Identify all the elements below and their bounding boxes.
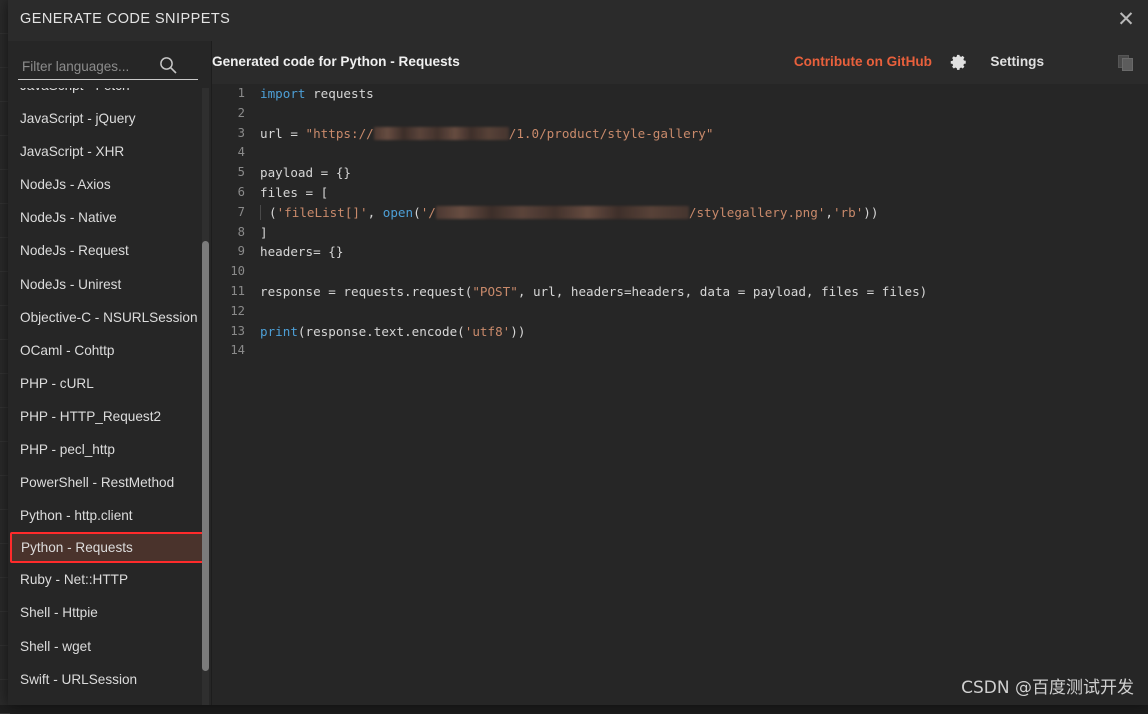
- code-line-text: headers= {}: [260, 244, 344, 260]
- copy-icon[interactable]: [1116, 53, 1136, 73]
- code-line-text: ]: [260, 224, 268, 240]
- code-line: 8]: [212, 223, 1148, 243]
- code-line: 7 ('fileList[]', open('//stylegallery.png…: [212, 203, 1148, 223]
- sidebar-item[interactable]: NodeJs - Unirest: [8, 268, 211, 301]
- filter-languages-field: [8, 41, 211, 88]
- sidebar-item[interactable]: Shell - Httpie: [8, 596, 211, 629]
- line-number: 4: [237, 145, 245, 160]
- line-number: 14: [230, 343, 245, 358]
- sidebar-item[interactable]: NodeJs - Native: [8, 201, 211, 234]
- sidebar-item[interactable]: Swift - URLSession: [8, 663, 211, 696]
- code-pane: Generated code for Python - Requests Con…: [212, 41, 1148, 705]
- sidebar-item[interactable]: Python - http.client: [8, 499, 211, 532]
- line-number: 3: [237, 125, 245, 140]
- sidebar-item[interactable]: NodeJs - Axios: [8, 168, 211, 201]
- code-line-text: response = requests.request("POST", url,…: [260, 283, 928, 299]
- redacted-text: [435, 205, 689, 219]
- code-line-text: ('fileList[]', open('//stylegallery.png'…: [260, 203, 878, 223]
- line-number: 11: [230, 283, 245, 298]
- search-icon[interactable]: [158, 55, 178, 75]
- line-number: 10: [230, 264, 245, 279]
- gear-icon[interactable]: [950, 53, 968, 71]
- sidebar-item[interactable]: OCaml - Cohttp: [8, 334, 211, 367]
- watermark-text: CSDN @百度测试开发: [961, 678, 1134, 698]
- line-number: 13: [230, 323, 245, 338]
- line-number: 2: [237, 105, 245, 120]
- sidebar-item[interactable]: NodeJs - Request: [8, 234, 211, 267]
- sidebar-item-selected[interactable]: Python - Requests: [10, 532, 206, 564]
- sidebar-item[interactable]: Objective-C - NSURLSession: [8, 301, 211, 334]
- code-line: 2: [212, 104, 1148, 124]
- code-line: 5 payload = {}: [212, 163, 1148, 183]
- sidebar-item[interactable]: Shell - wget: [8, 630, 211, 663]
- sidebar-scrollbar-thumb[interactable]: [202, 241, 209, 671]
- code-line: 4: [212, 143, 1148, 163]
- code-line: 1 import requests: [212, 84, 1148, 104]
- code-pane-header: Generated code for Python - Requests Con…: [212, 41, 1148, 85]
- language-list: JavaScript - FetchJavaScript - jQueryJav…: [8, 88, 211, 696]
- redacted-text: [373, 126, 509, 140]
- close-icon[interactable]: ✕: [1110, 4, 1142, 36]
- page-title: Generated code for Python - Requests: [212, 54, 460, 69]
- code-line: 12: [212, 302, 1148, 322]
- code-line: 10: [212, 262, 1148, 282]
- language-list-scroll[interactable]: JavaScript - FetchJavaScript - jQueryJav…: [8, 88, 211, 705]
- code-line: 3 url = "https:///1.0/product/style-galle…: [212, 124, 1148, 144]
- sidebar-item[interactable]: PHP - cURL: [8, 367, 211, 400]
- settings-button[interactable]: Settings: [990, 54, 1044, 69]
- sidebar-item[interactable]: PHP - HTTP_Request2: [8, 400, 211, 433]
- contribute-on-github-link[interactable]: Contribute on GitHub: [794, 54, 932, 69]
- code-line-text: url = "https:///1.0/product/style-galler…: [260, 125, 714, 141]
- code-line-text: import requests: [260, 86, 374, 101]
- code-line: 6 files = [: [212, 183, 1148, 203]
- filter-underline: [18, 79, 198, 80]
- sidebar-item[interactable]: PHP - pecl_http: [8, 433, 211, 466]
- sidebar-item[interactable]: PowerShell - RestMethod: [8, 466, 211, 499]
- code-line-text: payload = {}: [260, 165, 351, 181]
- code-line: 9 headers= {}: [212, 242, 1148, 262]
- modal-body: JavaScript - FetchJavaScript - jQueryJav…: [8, 41, 1148, 705]
- code-line: 14: [212, 341, 1148, 361]
- line-number: 1: [237, 86, 245, 100]
- sidebar-item[interactable]: JavaScript - jQuery: [8, 102, 211, 135]
- language-sidebar: JavaScript - FetchJavaScript - jQueryJav…: [8, 41, 212, 705]
- line-number: 12: [230, 303, 245, 318]
- generate-code-snippets-modal: GENERATE CODE SNIPPETS ✕ JavaScript - Fe…: [8, 0, 1148, 705]
- sidebar-item[interactable]: JavaScript - Fetch: [8, 88, 211, 102]
- modal-title: GENERATE CODE SNIPPETS: [20, 11, 231, 27]
- line-number: 8: [237, 224, 245, 239]
- code-line-text: print(response.text.encode('utf8')): [260, 323, 526, 339]
- sidebar-item[interactable]: JavaScript - XHR: [8, 135, 211, 168]
- code-editor[interactable]: 1 import requests 2 3 url = "https:///1.0/pr…: [212, 84, 1148, 705]
- modal-titlebar: GENERATE CODE SNIPPETS ✕: [8, 0, 1148, 41]
- code-line-text: files = [: [260, 184, 329, 200]
- search-input[interactable]: [20, 53, 180, 79]
- code-line: 13 print(response.text.encode('utf8')): [212, 322, 1148, 342]
- sidebar-item[interactable]: Ruby - Net::HTTP: [8, 563, 211, 596]
- code-line: 11 response = requests.request("POST", ur…: [212, 282, 1148, 302]
- line-number: 6: [237, 184, 245, 199]
- line-number: 5: [237, 165, 245, 180]
- line-number: 7: [237, 204, 245, 219]
- line-number: 9: [237, 244, 245, 259]
